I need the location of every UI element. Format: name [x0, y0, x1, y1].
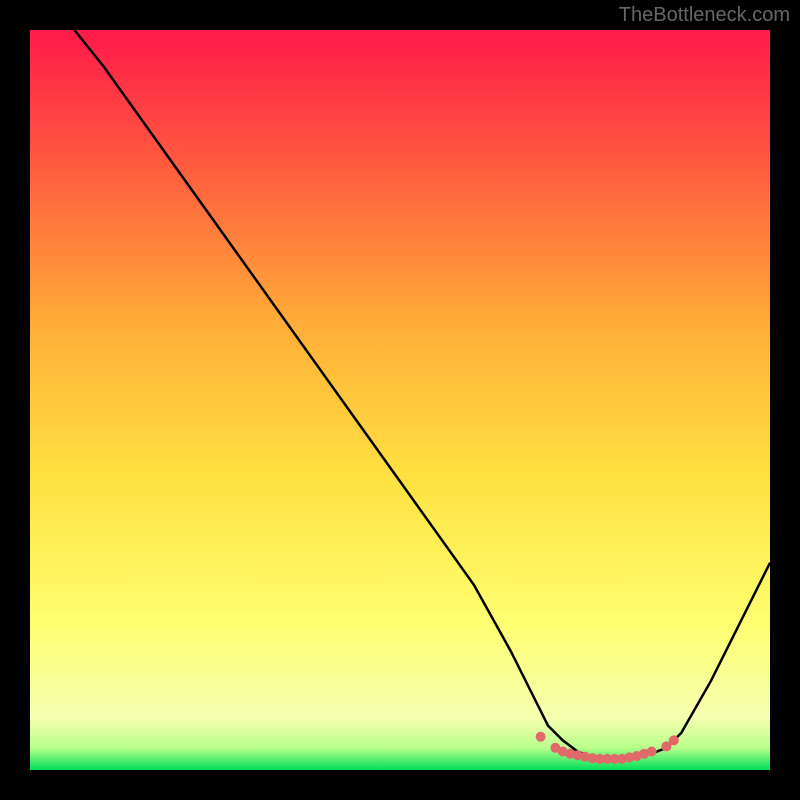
watermark-text: TheBottleneck.com [619, 4, 790, 27]
optimal-marker [536, 732, 546, 742]
optimal-marker [669, 735, 679, 745]
chart-svg [30, 30, 770, 770]
optimal-marker [647, 747, 657, 757]
plot-area [30, 30, 770, 770]
gradient-background [30, 30, 770, 770]
